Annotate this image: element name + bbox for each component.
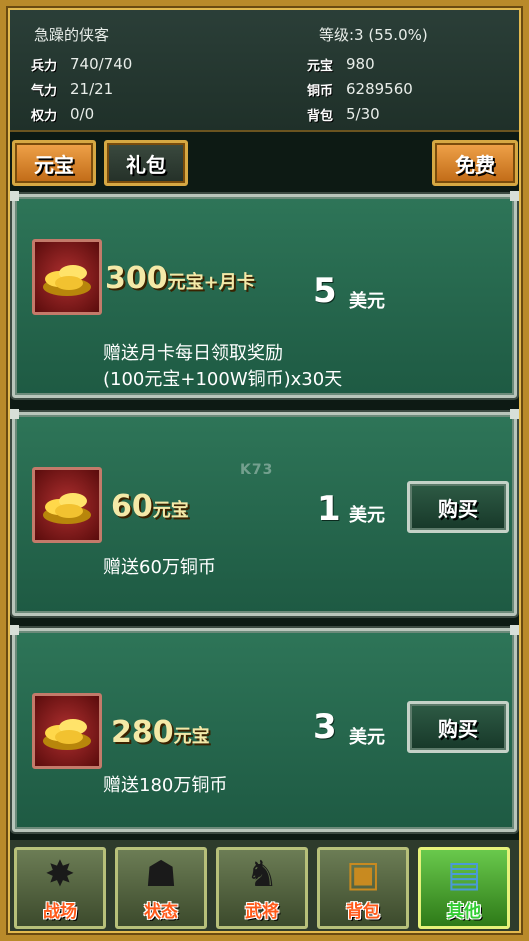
offer-desc-line2: (100元宝+100W铜币)x30天 [103, 369, 343, 390]
yuanbao-icon: 元宝 [298, 54, 342, 74]
offer-desc-line1: 赠送月卡每日领取奖励 [103, 343, 283, 364]
offer-price: 5 [313, 271, 337, 311]
gold-ingot-icon [32, 467, 102, 543]
energy-icon: 气力 [22, 79, 66, 99]
offer-title: 60元宝 [111, 489, 189, 524]
status-icon: ☗ [144, 854, 178, 895]
stat-power: 权力 0/0 [22, 104, 94, 124]
scroll-icon: ▤ [446, 854, 481, 895]
offer-card-60: 60元宝 1 美元 购买 赠送60万铜币 [9, 409, 520, 616]
stat-coins: 铜币 6289560 [298, 79, 413, 99]
offer-currency: 美元 [349, 505, 385, 526]
gold-ingot-icon [32, 693, 102, 769]
yuanbao-value: 980 [346, 55, 375, 73]
nav-status-button[interactable]: ☗ 状态 [115, 847, 207, 929]
offer-card-280: 280元宝 3 美元 购买 赠送180万铜币 [9, 625, 520, 832]
offer-currency: 美元 [349, 727, 385, 748]
troops-value: 740/740 [70, 55, 133, 73]
bag-value: 5/30 [346, 105, 380, 123]
tab-free[interactable]: 免费 [432, 140, 518, 186]
offer-title: 300元宝+月卡 [105, 261, 255, 296]
offer-price: 3 [313, 707, 337, 747]
stat-yuanbao: 元宝 980 [298, 54, 375, 74]
offer-title: 280元宝 [111, 715, 210, 750]
coins-value: 6289560 [346, 80, 413, 98]
tab-gift[interactable]: 礼包 [104, 140, 188, 186]
player-level: 等级:3 (55.0%) [319, 26, 428, 44]
tab-yuanbao[interactable]: 元宝 [12, 140, 96, 186]
offer-card-monthly: 300元宝+月卡 5 美元 赠送月卡每日领取奖励 (100元宝+100W铜币)x… [9, 191, 520, 398]
gold-ingot-icon [32, 239, 102, 315]
bottom-nav: ✸ 战场 ☗ 状态 ♞ 武将 ▣ 背包 ▤ 其他 [8, 840, 521, 933]
buy-button[interactable]: 购买 [407, 481, 509, 533]
watermark-logo: K73 [240, 462, 274, 478]
nav-general-button[interactable]: ♞ 武将 [216, 847, 308, 929]
general-icon: ♞ [245, 854, 279, 895]
offer-currency: 美元 [349, 291, 385, 312]
stat-energy: 气力 21/21 [22, 79, 113, 99]
energy-value: 21/21 [70, 80, 114, 98]
troops-icon: 兵力 [22, 54, 66, 74]
stat-troops: 兵力 740/740 [22, 54, 132, 74]
power-icon: 权力 [22, 104, 66, 124]
nav-bag-button[interactable]: ▣ 背包 [317, 847, 409, 929]
player-name: 急躁的侠客 [34, 26, 110, 44]
offer-price: 1 [317, 489, 341, 529]
bag-icon: 背包 [298, 104, 342, 124]
stat-bag: 背包 5/30 [298, 104, 380, 124]
nav-other-button[interactable]: ▤ 其他 [418, 847, 510, 929]
power-value: 0/0 [70, 105, 95, 123]
battle-icon: ✸ [44, 854, 76, 895]
status-header: 急躁的侠客 等级:3 (55.0%) 兵力 740/740 气力 21/21 权… [8, 8, 521, 132]
coins-icon: 铜币 [298, 79, 342, 99]
buy-button[interactable]: 购买 [407, 701, 509, 753]
offer-desc-line1: 赠送180万铜币 [103, 775, 228, 796]
offer-desc-line1: 赠送60万铜币 [103, 557, 216, 578]
nav-battle-button[interactable]: ✸ 战场 [14, 847, 106, 929]
chest-icon: ▣ [345, 854, 380, 895]
